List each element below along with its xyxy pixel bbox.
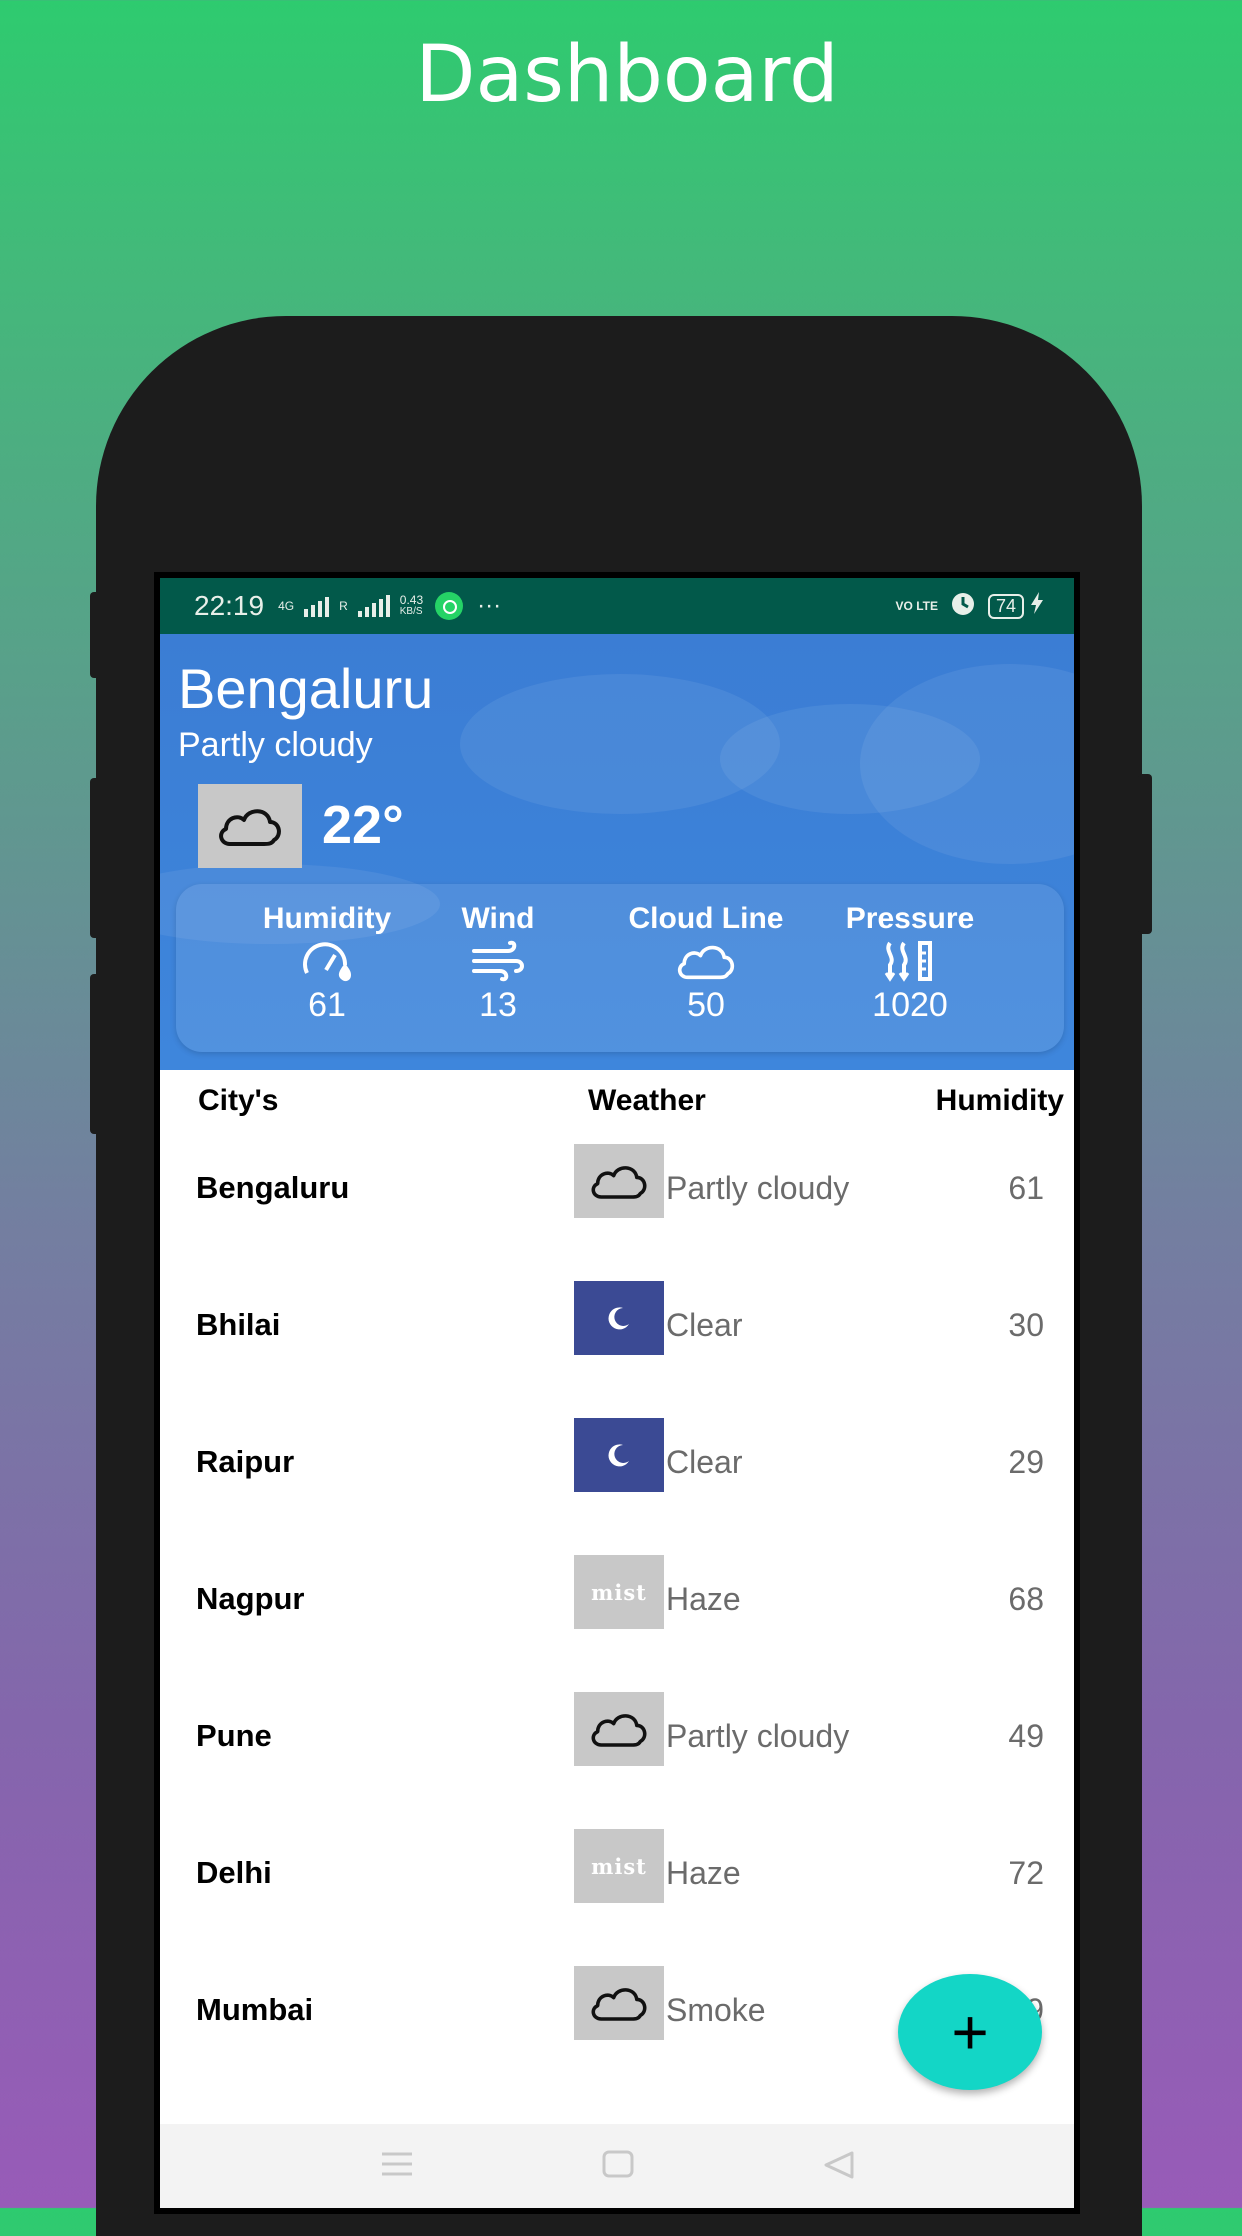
battery-icon: 74 (987, 593, 1024, 619)
cloud-icon (574, 1966, 664, 2040)
city-row-pune[interactable]: Pune Partly cloudy 49 (160, 1680, 1074, 1817)
net-speed-value: 0.43 (399, 593, 424, 607)
signal-icon-2 (357, 595, 390, 617)
weather-stats-card: Humidity 61 Wind 13 Cloud Line 50 Pressu… (176, 884, 1064, 1052)
stat-value: 61 (308, 986, 346, 1024)
background-cloud (860, 664, 1074, 864)
system-nav-bar (160, 2124, 1074, 2208)
stat-humidity: Humidity 61 (242, 902, 412, 1025)
row-condition: Haze (666, 1855, 741, 1891)
cloud-icon (574, 1144, 664, 1218)
city-row-bengaluru[interactable]: Bengaluru Partly cloudy 61 (160, 1132, 1074, 1269)
stat-label: Humidity (262, 902, 392, 935)
battery-level: 74 (995, 595, 1016, 616)
stat-wind: Wind 13 (448, 902, 548, 1025)
column-header-weather: Weather (588, 1084, 706, 1117)
phone-side-button (90, 592, 100, 678)
signal-icon (304, 595, 330, 617)
plus-icon: + (951, 1996, 989, 2068)
row-humidity: 49 (1008, 1718, 1044, 1754)
mist-icon: mist (574, 1555, 664, 1629)
row-city-name: Pune (196, 1718, 272, 1753)
row-city-name: Delhi (196, 1855, 272, 1890)
phone-volume-up-button (90, 778, 100, 938)
phone-power-button (1138, 774, 1152, 934)
back-nav-button[interactable] (822, 2150, 856, 2185)
app-screen: 22:19 4G R 0.43 KB/S ··· VO LTE 74 Benga… (160, 578, 1074, 2208)
current-weather-header: Bengaluru Partly cloudy 22° Humidity 61 … (160, 634, 1074, 1070)
city-row-nagpur[interactable]: Nagpur mist Haze 68 (160, 1543, 1074, 1680)
mist-icon-text: mist (591, 1853, 647, 1879)
city-row-delhi[interactable]: Delhi mist Haze 72 (160, 1817, 1074, 1954)
alarm-icon (948, 588, 978, 625)
humidity-icon (242, 936, 412, 986)
pressure-icon (828, 936, 992, 986)
stat-value: 13 (479, 986, 517, 1024)
stat-pressure: Pressure 1020 (828, 902, 992, 1025)
row-condition: Smoke (666, 1992, 766, 2028)
stat-value: 50 (687, 986, 725, 1024)
cloud-icon (198, 784, 302, 868)
row-condition: Partly cloudy (666, 1170, 850, 1206)
net-speed: 0.43 KB/S (400, 594, 423, 618)
volte-icon: VO LTE (895, 599, 938, 613)
mist-icon-text: mist (591, 1579, 647, 1605)
row-city-name: Bhilai (196, 1307, 281, 1342)
more-notifications-icon: ··· (477, 592, 502, 619)
menu-nav-button[interactable] (380, 2150, 414, 2183)
network-type: 4G (278, 599, 295, 613)
roaming-indicator: R (339, 599, 348, 613)
stat-label: Pressure (845, 902, 975, 935)
net-speed-unit: KB/S (399, 606, 423, 617)
moon-icon (574, 1281, 664, 1355)
row-city-name: Nagpur (196, 1581, 305, 1616)
row-condition: Clear (666, 1444, 743, 1480)
row-humidity: 29 (1008, 1444, 1044, 1480)
row-city-name: Bengaluru (196, 1170, 350, 1205)
status-time: 22:19 (194, 590, 265, 621)
row-humidity: 72 (1008, 1855, 1044, 1891)
stat-value: 1020 (872, 986, 948, 1024)
row-condition: Clear (666, 1307, 743, 1343)
current-temperature: 22° (322, 795, 404, 855)
status-bar: 22:19 4G R 0.43 KB/S ··· VO LTE 74 (160, 578, 1074, 634)
stat-cloud-line: Cloud Line 50 (606, 902, 806, 1025)
city-table-header: City's Weather Humidity (160, 1070, 1074, 1132)
cloud-icon (574, 1692, 664, 1766)
home-nav-button[interactable] (602, 2150, 634, 2183)
add-city-button[interactable]: + (898, 1974, 1042, 2090)
stat-label: Wind (461, 902, 535, 935)
column-header-city: City's (198, 1084, 279, 1117)
row-humidity: 61 (1008, 1170, 1044, 1206)
cloud-icon (606, 936, 806, 986)
row-condition: Haze (666, 1581, 741, 1617)
row-condition: Partly cloudy (666, 1718, 850, 1754)
row-city-name: Mumbai (196, 1992, 314, 2027)
current-condition: Partly cloudy (178, 726, 373, 764)
stat-label: Cloud Line (628, 902, 784, 935)
wind-icon (448, 936, 548, 986)
column-header-humidity: Humidity (935, 1084, 1064, 1117)
row-humidity: 68 (1008, 1581, 1044, 1617)
phone-volume-down-button (90, 974, 100, 1134)
city-row-raipur[interactable]: Raipur Clear 29 (160, 1406, 1074, 1543)
charging-icon (1030, 591, 1044, 621)
row-humidity: 30 (1008, 1307, 1044, 1343)
row-city-name: Raipur (196, 1444, 295, 1479)
current-city-title: Bengaluru (178, 657, 434, 720)
city-row-bhilai[interactable]: Bhilai Clear 30 (160, 1269, 1074, 1406)
page-headline: Dashboard (415, 30, 839, 120)
moon-icon (574, 1418, 664, 1492)
whatsapp-icon (435, 592, 464, 620)
mist-icon: mist (574, 1829, 664, 1903)
